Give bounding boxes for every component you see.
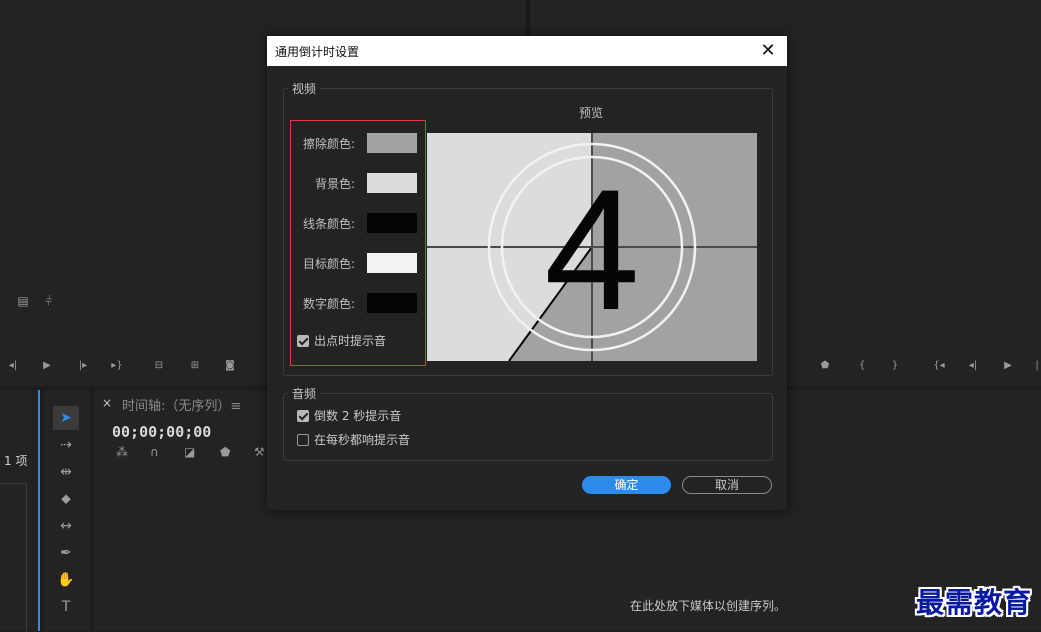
play-icon[interactable]: ▶ [38,358,56,374]
audio-waveform-icon[interactable]: ⫩ [40,293,58,309]
track-select-tool-icon[interactable]: ⇢ [53,433,79,457]
wipe-color-label: 擦除颜色: [302,137,355,151]
ok-button[interactable]: 确定 [582,476,671,494]
preview-label: 预览 [579,106,604,120]
camera-icon[interactable]: ◙ [221,358,239,374]
ripple-edit-tool-icon[interactable]: ⇹ [53,460,79,484]
selection-tool-icon[interactable]: ➤ [53,406,79,430]
beep-every-second-label: 在每秒都响提示音 [314,433,411,447]
audio-group-label: 音频 [288,385,321,402]
numeral-color-row: 数字颜色: [291,293,425,313]
linked-selection-icon[interactable]: ◪ [184,445,195,459]
background-color-label: 背景色: [314,177,355,191]
close-icon[interactable]: ✕ [757,40,779,62]
numeral-color-label: 数字颜色: [302,297,355,311]
step-back-icon[interactable]: ◂| [964,358,982,374]
numeral-color-swatch[interactable] [367,293,417,313]
target-color-swatch[interactable] [367,253,417,273]
background-color-swatch[interactable] [367,173,417,193]
mark-in-icon[interactable]: { [853,358,871,374]
countdown-preview: 4 [427,133,757,361]
wipe-color-row: 擦除颜色: [291,133,425,153]
target-color-label: 目标颜色: [302,257,355,271]
cancel-button[interactable]: 取消 [682,476,772,494]
dialog-title: 通用倒计时设置 [275,45,360,59]
type-tool-icon[interactable]: T [53,595,79,619]
target-color-row: 目标颜色: [291,253,425,273]
step-forward-icon[interactable]: | [1028,358,1041,374]
razor-tool-icon[interactable]: ⬥ [53,487,79,511]
video-group-label: 视频 [288,80,321,97]
line-color-label: 线条颜色: [302,217,355,231]
audio-group [283,393,773,461]
overwrite-icon[interactable]: ⊞ [186,358,204,374]
go-to-in-icon[interactable]: {◂ [930,358,948,374]
mark-out-icon[interactable]: } [886,358,904,374]
film-icon[interactable]: ▤ [14,293,32,309]
go-to-out-icon[interactable]: ▸} [108,358,126,374]
beep-every-second-checkbox[interactable] [297,433,309,446]
close-tab-icon[interactable]: × [102,396,112,410]
hand-tool-icon[interactable]: ✋ [53,568,79,592]
cue-at-out-checkbox-row[interactable]: 出点时提示音 [297,330,386,348]
insert-icon[interactable]: ⊟ [150,358,168,374]
project-items-count: 1 项 [4,454,28,468]
project-list[interactable] [0,483,27,632]
snap-icon[interactable]: ∩ [150,445,159,459]
beep-every-second-checkbox-row[interactable]: 在每秒都响提示音 [297,429,410,447]
color-settings-highlight: 擦除颜色: 背景色: 线条颜色: 目标颜色: 数字颜色: 出点时提示音 [290,120,426,366]
dialog-title-bar[interactable]: 通用倒计时设置 ✕ [267,36,787,66]
cue-at-out-checkbox[interactable] [297,334,309,347]
wipe-color-swatch[interactable] [367,133,417,153]
background-color-row: 背景色: [291,173,425,193]
wrench-icon[interactable]: ⚒ [254,445,265,459]
line-color-swatch[interactable] [367,213,417,233]
slip-tool-icon[interactable]: ↔ [53,514,79,538]
step-forward-icon[interactable]: |▸ [74,358,92,374]
line-color-row: 线条颜色: [291,213,425,233]
marker-icon[interactable]: ⬟ [816,358,834,374]
watermark-logo: 最需教育 [916,586,1033,619]
cue-at-out-label: 出点时提示音 [314,334,387,348]
timeline-timecode[interactable]: 00;00;00;00 [112,423,211,441]
tab-timeline[interactable]: 时间轴:（无序列）≡ [122,395,241,414]
nest-icon[interactable]: ⁂ [116,445,128,459]
preview-numeral: 4 [544,154,640,346]
pen-tool-icon[interactable]: ✒ [53,541,79,565]
universal-counting-leader-dialog: 通用倒计时设置 ✕ 视频 擦除颜色: 背景色: 线条颜色: 目标颜色: 数字颜色… [267,36,787,510]
project-panel [0,390,40,632]
two-second-beep-label: 倒数 2 秒提示音 [314,409,402,423]
two-second-beep-checkbox[interactable] [297,409,309,422]
two-second-beep-checkbox-row[interactable]: 倒数 2 秒提示音 [297,405,401,423]
add-marker-icon[interactable]: ⬟ [220,445,230,459]
play-icon[interactable]: ▶ [999,358,1017,374]
step-back-icon[interactable]: ◂| [4,358,22,374]
drop-media-hint: 在此处放下媒体以创建序列。 [630,599,787,613]
